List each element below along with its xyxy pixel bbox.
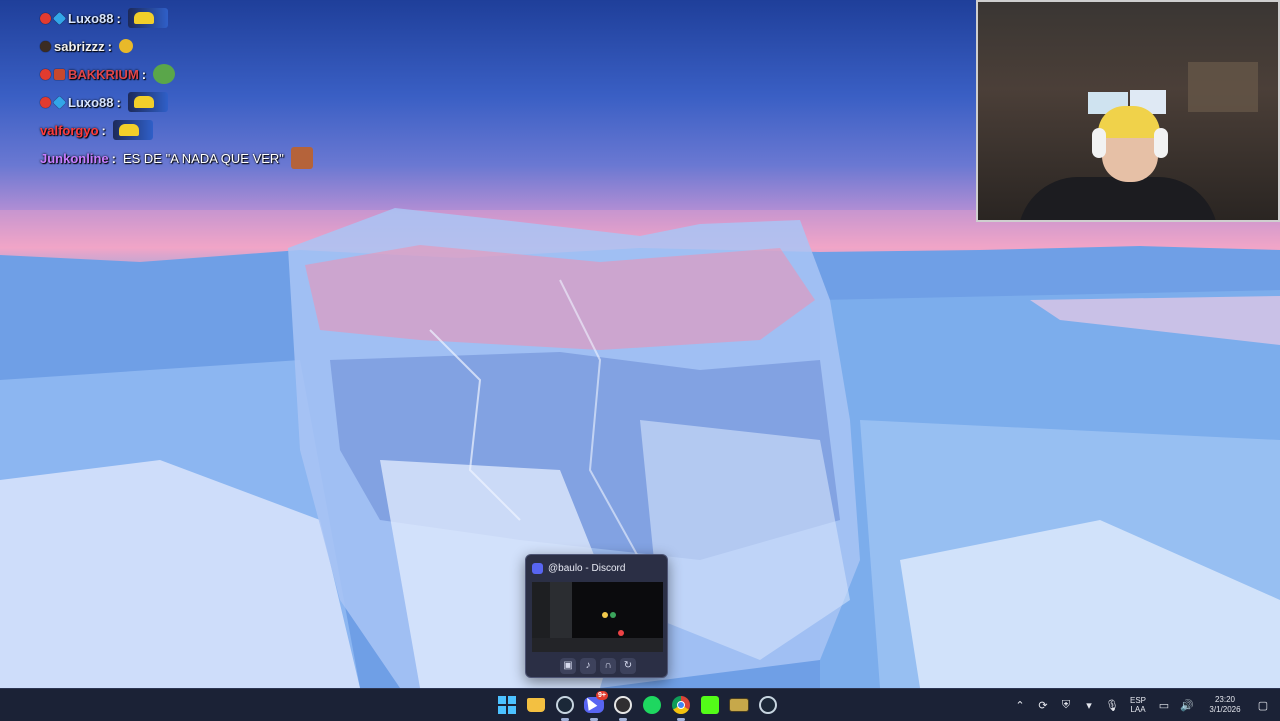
- volume-icon[interactable]: 🔊: [1180, 699, 1194, 712]
- steam-icon[interactable]: [554, 694, 576, 721]
- end-call-button[interactable]: ↻: [620, 658, 636, 674]
- headphone-left: [1092, 128, 1106, 158]
- chat-message: sabrizzz:: [40, 32, 400, 60]
- win-glyph: [498, 696, 516, 714]
- red-badge-icon: [40, 96, 51, 108]
- preview-title: @baulo - Discord: [548, 563, 626, 574]
- car-emote-icon: [112, 120, 153, 140]
- discord-icon: [532, 563, 543, 574]
- camera-button[interactable]: ▣: [560, 658, 576, 674]
- frog-emote-icon: [153, 64, 176, 84]
- thumbnail-avatar: [602, 612, 608, 618]
- taskbar: 9+ ⌃ ⟳ ⛨ ▾ 🎙 ESP LAA ▭ 🔊 23:20 3/1/2026 …: [0, 688, 1280, 721]
- chat-username[interactable]: BAKKRIUM: [68, 67, 139, 82]
- language-code: ESP: [1129, 696, 1146, 705]
- thumbnail-bottom-bar: [532, 638, 663, 652]
- chat-username[interactable]: Junkonline: [40, 151, 109, 166]
- mic-button[interactable]: ♪: [580, 658, 596, 674]
- kick-icon[interactable]: [699, 694, 721, 716]
- microphone-icon[interactable]: 🎙: [1105, 699, 1119, 712]
- chat-message: Luxo88:: [40, 4, 400, 32]
- thumbnail-avatar: [618, 630, 624, 636]
- clock-time: 23:20: [1214, 695, 1236, 704]
- preview-window-thumbnail[interactable]: [532, 582, 663, 652]
- webcam-overlay: [976, 0, 1280, 222]
- game-icon[interactable]: [728, 694, 750, 716]
- system-tray: ⌃ ⟳ ⛨ ▾ 🎙 ESP LAA ▭ 🔊 23:20 3/1/2026 ▢: [1013, 689, 1280, 721]
- sync-icon[interactable]: ⟳: [1036, 699, 1050, 712]
- folder-glyph: [527, 698, 545, 712]
- chat-separator: :: [111, 150, 116, 166]
- obs-icon[interactable]: [612, 694, 634, 721]
- steam-glyph: [556, 696, 574, 714]
- spotify-icon[interactable]: [641, 694, 663, 716]
- chat-separator: :: [116, 94, 121, 110]
- chat-username[interactable]: Luxo88: [68, 95, 114, 110]
- chat-username[interactable]: Luxo88: [68, 11, 114, 26]
- chat-message: Luxo88:: [40, 88, 400, 116]
- game-glyph: [729, 698, 749, 712]
- steam-icon-2[interactable]: [757, 694, 779, 716]
- display-icon[interactable]: ▭: [1157, 699, 1171, 712]
- chat-separator: :: [141, 66, 147, 82]
- room-window: [1188, 62, 1258, 112]
- language-indicator[interactable]: ESP LAA: [1128, 696, 1148, 714]
- keyboard-layout: LAA: [1130, 705, 1146, 714]
- headphones-button[interactable]: ∩: [600, 658, 616, 674]
- chat-username[interactable]: valforgyo: [40, 123, 99, 138]
- chat-separator: :: [101, 122, 106, 138]
- red-badge-icon: [40, 68, 51, 80]
- red-badge-icon: [40, 12, 51, 24]
- thumbnail-avatar: [610, 612, 616, 618]
- car-emote-icon: [127, 8, 168, 28]
- notification-icon[interactable]: ▢: [1256, 699, 1270, 712]
- streamer-body: [1018, 177, 1218, 220]
- preview-header: @baulo - Discord: [532, 563, 625, 574]
- smile-emote-icon: [118, 39, 133, 53]
- chat-separator: :: [116, 10, 121, 26]
- dark-badge-icon: [40, 40, 51, 52]
- car-emote-icon: [127, 92, 168, 112]
- spotify-glyph: [643, 696, 661, 714]
- clock-date: 3/1/2026: [1209, 705, 1241, 714]
- file-explorer-icon[interactable]: [525, 694, 547, 716]
- network-icon[interactable]: ▾: [1082, 699, 1096, 712]
- chat-message-text: ES DE "A NADA QUE VER": [122, 150, 284, 166]
- chat-message: BAKKRIUM:: [40, 60, 400, 88]
- kick-glyph: [701, 696, 719, 714]
- preview-call-controls: ▣ ♪ ∩ ↻: [560, 658, 636, 674]
- notification-badge: 9+: [596, 691, 608, 700]
- headphone-right: [1154, 128, 1168, 158]
- cube-badge-icon: [52, 95, 67, 109]
- gift-badge-icon: [54, 68, 65, 80]
- steam-glyph: [759, 696, 777, 714]
- cube-badge-icon: [52, 11, 67, 25]
- chat-separator: :: [107, 38, 112, 54]
- obs-glyph: [614, 696, 632, 714]
- face-emote-icon: [290, 147, 313, 169]
- discord-thumbnail-preview[interactable]: @baulo - Discord ▣ ♪ ∩ ↻: [525, 554, 668, 678]
- taskbar-apps: 9+: [496, 689, 779, 721]
- chevron-up-icon[interactable]: ⌃: [1013, 699, 1027, 712]
- shield-icon[interactable]: ⛨: [1059, 699, 1073, 712]
- stream-chat-overlay: Luxo88: sabrizzz: BAKKRIUM: Luxo88: valforgy…: [40, 4, 400, 172]
- chat-message: valforgyo:: [40, 116, 400, 144]
- chrome-glyph: [672, 696, 690, 714]
- chat-username[interactable]: sabrizzz: [54, 39, 105, 54]
- clock[interactable]: 23:20 3/1/2026: [1203, 695, 1247, 715]
- start-button[interactable]: [496, 694, 518, 716]
- chat-message: Junkonline: ES DE "A NADA QUE VER": [40, 144, 400, 172]
- chrome-icon[interactable]: [670, 694, 692, 721]
